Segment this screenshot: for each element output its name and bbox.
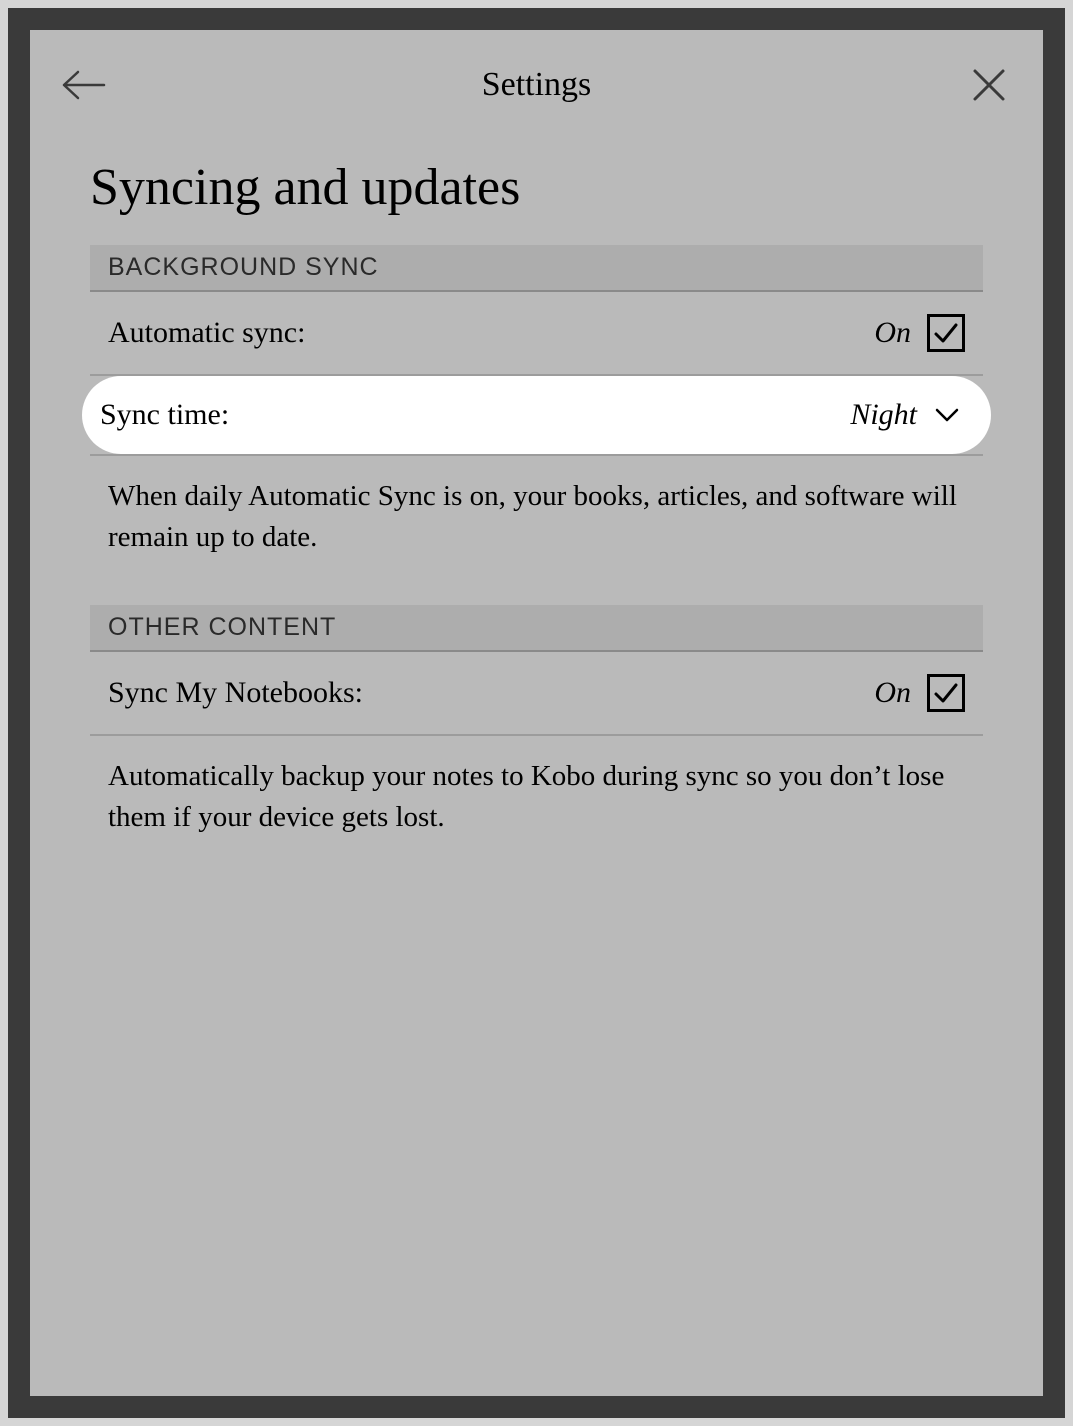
close-icon [971,67,1007,103]
content-area: Syncing and updates BACKGROUND SYNC Auto… [30,158,1043,885]
sync-notebooks-value-group: On [874,674,965,712]
sync-notebooks-row[interactable]: Sync My Notebooks: On [90,652,983,736]
sync-notebooks-checkbox[interactable] [927,674,965,712]
other-content-description: Automatically backup your notes to Kobo … [90,736,983,885]
page-title: Syncing and updates [90,158,983,217]
sync-time-value: Night [850,398,917,432]
header-title: Settings [106,66,967,104]
checkmark-icon [932,319,960,347]
chevron-down-icon [935,408,959,422]
sync-notebooks-value: On [874,676,911,710]
automatic-sync-value-group: On [874,314,965,352]
automatic-sync-row[interactable]: Automatic sync: On [90,292,983,376]
sync-time-value-group: Night [850,398,961,432]
back-arrow-icon [62,70,106,100]
automatic-sync-checkbox[interactable] [927,314,965,352]
automatic-sync-label: Automatic sync: [108,316,305,350]
sync-time-dropdown[interactable] [933,401,961,429]
checkmark-icon [932,679,960,707]
header: Settings [30,30,1043,140]
section-header-background-sync: BACKGROUND SYNC [90,245,983,292]
sync-notebooks-label: Sync My Notebooks: [108,676,363,710]
app-frame: Settings Syncing and updates BACKGROUND … [8,8,1065,1418]
sync-time-label: Sync time: [100,398,229,432]
sync-time-wrapper: Sync time: Night [90,376,983,456]
close-button[interactable] [967,63,1011,107]
background-sync-description: When daily Automatic Sync is on, your bo… [90,456,983,605]
sync-time-row[interactable]: Sync time: Night [82,376,991,454]
automatic-sync-value: On [874,316,911,350]
back-button[interactable] [62,63,106,107]
section-header-other-content: OTHER CONTENT [90,605,983,652]
